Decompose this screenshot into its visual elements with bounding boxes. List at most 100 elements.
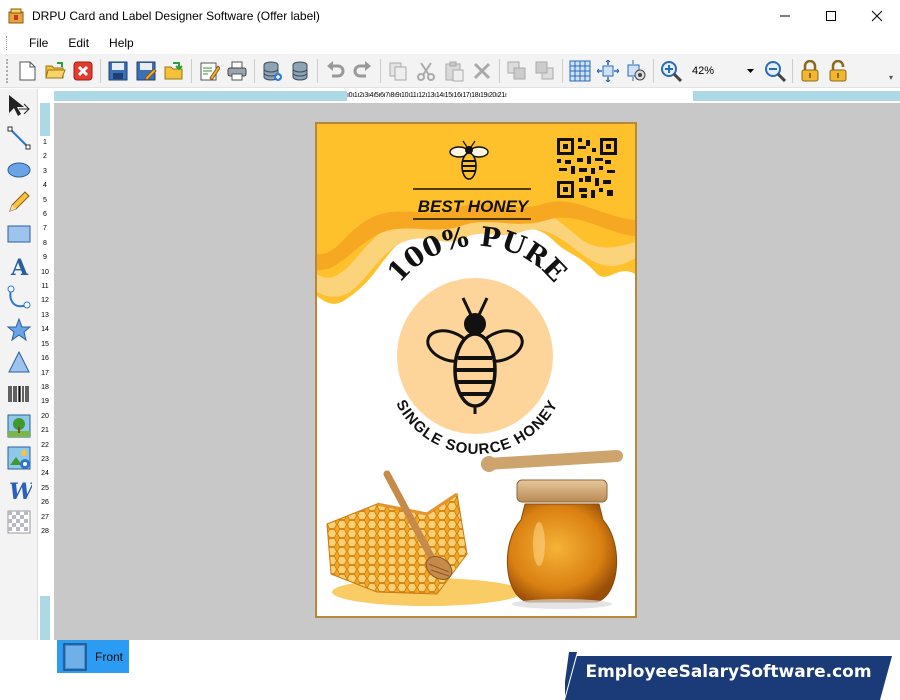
honeycomb-image [326,470,522,606]
toolbar-overflow-icon[interactable]: ▾ [886,60,896,82]
watermark-checker-icon [7,510,31,534]
database-button[interactable] [288,59,312,83]
brand-text: EmployeeSalarySoftware.com [585,662,872,682]
ellipse-icon [7,162,31,178]
toolbar-separator [100,58,101,83]
ruler-tick: 24 [41,470,49,478]
delete-button[interactable] [470,59,494,83]
window-title: DRPU Card and Label Designer Software (O… [32,9,320,23]
undo-button[interactable] [323,59,347,83]
main-toolbar: 42% ▾ [0,54,900,88]
delete-x-icon [473,62,491,79]
ruler-tick: 14 [41,326,49,334]
star-icon [6,317,32,342]
export-button[interactable] [162,59,186,83]
label-heading: BEST HONEY [418,197,530,216]
watermark-tool[interactable] [4,507,34,537]
picture-tool[interactable] [4,411,34,441]
properties-button[interactable] [197,59,221,83]
select-tool[interactable] [4,91,34,121]
ruler-tick: 3 [43,167,47,175]
bring-front-button[interactable] [505,59,529,83]
redo-button[interactable] [351,59,375,83]
drawing-tools-panel: A W [0,89,38,640]
wordart-tool[interactable]: W [4,475,34,505]
zoom-out-button[interactable] [763,59,787,83]
ruler-tick: 8 [43,239,47,247]
database-add-button[interactable] [260,59,284,83]
label-design[interactable]: BEST HONEY 100% PURE SINGLE SOURCE HONEY [315,122,637,618]
lock-icon [801,59,819,81]
maximize-icon [826,11,836,21]
ruler-scale: 1 2 3 4 5 6 7 8 9 10 11 12 13 14 15 16 17 18 19 20 21 22 23 24 2… [40,136,50,596]
rectangle-tool[interactable] [4,219,34,249]
fit-window-icon [597,59,619,82]
menu-help[interactable]: Help [99,36,144,50]
wordart-w-icon: W [9,479,32,503]
close-document-button[interactable] [71,59,95,83]
paste-icon [445,61,464,81]
minimize-icon [780,15,790,17]
pencil-icon [9,191,30,212]
menu-grip [6,36,9,50]
cut-button[interactable] [414,59,438,83]
close-red-icon [73,61,93,80]
text-a-icon: A [10,255,29,279]
save-as-button[interactable] [134,59,158,83]
save-button[interactable] [106,59,130,83]
zoom-level-select[interactable]: 42% [688,60,758,81]
tab-front[interactable]: Front [57,640,129,673]
new-document-icon [19,61,36,80]
close-button[interactable] [854,0,900,32]
zoom-in-button[interactable] [659,59,683,83]
scissors-icon [417,61,435,81]
zoom-settings-icon [627,59,646,81]
toolbar-separator [380,58,381,83]
send-back-icon [535,61,554,79]
maximize-button[interactable] [808,0,854,32]
minimize-button[interactable] [762,0,808,32]
open-button[interactable] [43,59,67,83]
barcode-tool[interactable] [4,379,34,409]
unlock-button[interactable] [826,59,850,83]
toolbar-separator [562,58,563,83]
lock-button[interactable] [798,59,822,83]
send-back-button[interactable] [533,59,557,83]
line-icon [7,126,31,150]
redo-icon [353,60,371,77]
fit-to-window-button[interactable] [596,59,620,83]
line-tool[interactable] [4,123,34,153]
save-as-icon [136,61,157,81]
grid-button[interactable] [568,59,592,83]
card-front-icon [63,642,87,671]
ruler-tick: 16 [41,355,49,363]
curve-icon [7,285,31,309]
export-folder-icon [164,61,183,79]
text-tool[interactable]: A [4,251,34,281]
edit-properties-icon [200,62,220,81]
picture-tree-icon [7,414,31,438]
ellipse-tool[interactable] [4,155,34,185]
save-icon [108,61,128,80]
zoom-settings-button[interactable] [624,59,648,83]
print-button[interactable] [225,59,249,83]
triangle-tool[interactable] [4,347,34,377]
page-tabs-bar: Front EmployeeSalarySoftware.com [0,640,900,700]
copy-button[interactable] [386,59,410,83]
paste-button[interactable] [442,59,466,83]
star-tool[interactable] [4,315,34,345]
toolbar-separator [653,58,654,83]
menu-file[interactable]: File [19,36,58,50]
ruler-tick: 27 [41,513,49,521]
dropdown-arrow-icon [747,68,754,73]
pencil-tool[interactable] [4,187,34,217]
new-button[interactable] [15,59,39,83]
design-canvas[interactable]: BEST HONEY 100% PURE SINGLE SOURCE HONEY [54,103,900,640]
ruler-tick: 23 [41,455,49,463]
image-library-tool[interactable] [4,443,34,473]
menu-edit[interactable]: Edit [58,36,99,50]
bring-front-icon [507,61,526,79]
undo-icon [327,60,345,77]
toolbar-separator [191,58,192,83]
curve-tool[interactable] [4,283,34,313]
